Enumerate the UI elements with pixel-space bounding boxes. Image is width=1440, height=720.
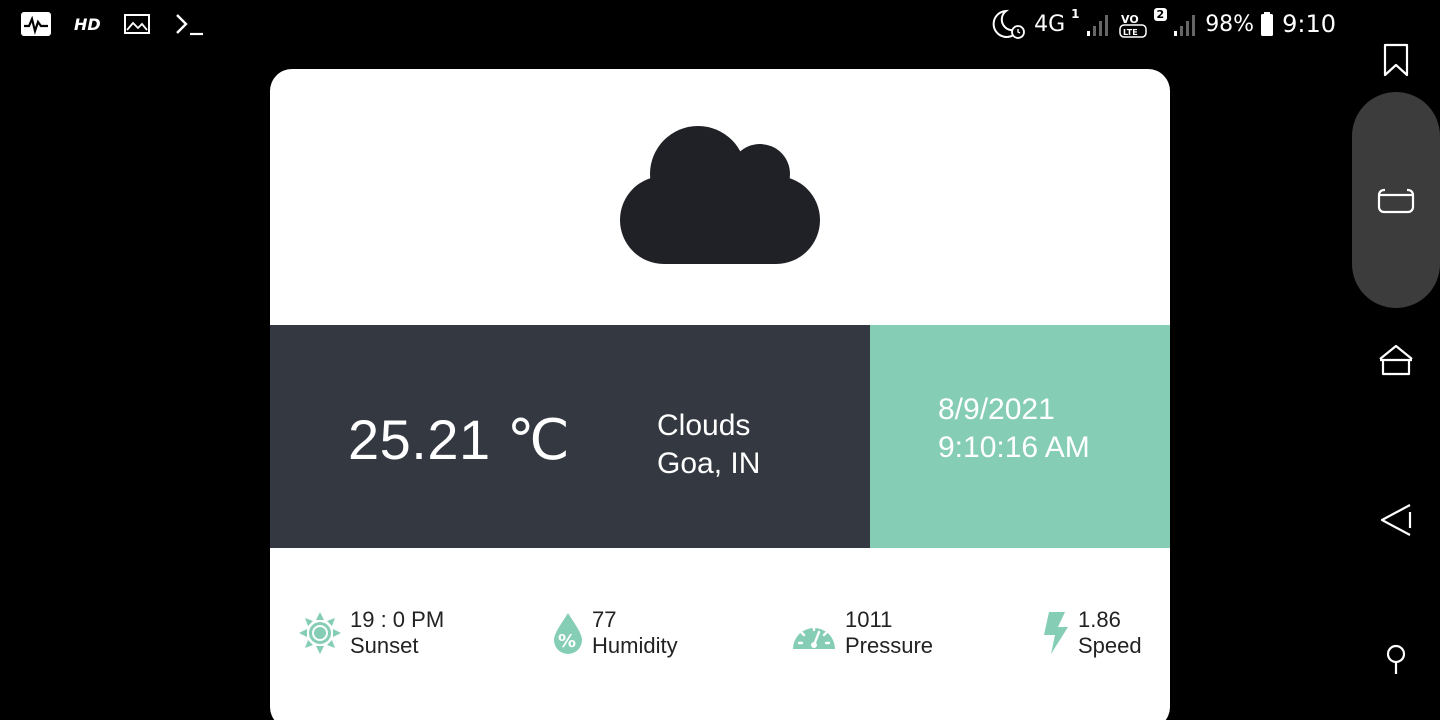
volte-icon: VO LTE <box>1118 9 1148 39</box>
gauge-icon <box>791 613 837 653</box>
svg-text:VO: VO <box>1121 13 1139 26</box>
condition-location: Clouds Goa, IN <box>657 407 760 483</box>
cloud-icon <box>618 124 822 270</box>
stats-row: 19 : 0 PM Sunset % 77 Humidity 1011 Pres… <box>270 548 1170 720</box>
battery-percent: 98% <box>1205 11 1255 37</box>
stat-sunset: 19 : 0 PM Sunset <box>298 603 444 663</box>
do-not-disturb-alarm-icon <box>992 8 1028 40</box>
stat-humidity: % 77 Humidity <box>552 603 678 663</box>
speed-label: Speed <box>1078 633 1142 658</box>
temperature: 25.21 ℃ <box>348 408 571 471</box>
sim1-label: 1 <box>1071 7 1080 21</box>
sunset-value: 19 : 0 PM <box>350 607 445 632</box>
signal-icon-sim2 <box>1173 11 1199 37</box>
condition-text: Clouds <box>657 409 751 442</box>
weather-card: 25.21 ℃ Clouds Goa, IN 8/9/2021 9:10:16 … <box>270 69 1170 720</box>
recent-apps-icon[interactable] <box>1376 180 1416 220</box>
humidity-label: Humidity <box>592 633 678 658</box>
battery-icon <box>1260 11 1274 37</box>
status-bar-right: 4G 1 VO LTE 2 98% 9:10 <box>992 7 1336 40</box>
back-icon[interactable] <box>1376 500 1416 540</box>
date-text: 8/9/2021 <box>938 393 1055 426</box>
activity-icon <box>20 11 52 37</box>
sun-icon <box>298 611 342 655</box>
pin-icon[interactable] <box>1376 640 1416 680</box>
stat-speed: 1.86 Speed <box>1040 603 1142 663</box>
svg-text:%: % <box>558 631 576 652</box>
stat-pressure: 1011 Pressure <box>791 603 933 663</box>
speed-value: 1.86 <box>1078 607 1121 632</box>
time-text: 9:10:16 AM <box>938 431 1090 464</box>
sim2-label: 2 <box>1153 7 1168 21</box>
weather-icon-area <box>270 69 1170 325</box>
hd-icon: HD <box>74 14 101 34</box>
datetime-panel: 8/9/2021 9:10:16 AM <box>870 325 1170 548</box>
signal-icon-sim1 <box>1086 11 1112 37</box>
terminal-icon <box>173 11 205 37</box>
image-icon <box>123 12 151 36</box>
pressure-label: Pressure <box>845 633 934 658</box>
location-text: Goa, IN <box>657 447 761 480</box>
network-type: 4G <box>1034 11 1066 37</box>
svg-text:LTE: LTE <box>1123 28 1138 37</box>
humidity-value: 77 <box>592 607 617 632</box>
pressure-value: 1011 <box>845 607 893 632</box>
bookmark-icon[interactable] <box>1376 40 1416 80</box>
current-weather-panel: 25.21 ℃ Clouds Goa, IN <box>270 325 870 548</box>
sunset-label: Sunset <box>350 633 419 658</box>
clock: 9:10 <box>1282 10 1336 38</box>
navigation-bar <box>1352 0 1440 720</box>
home-icon[interactable] <box>1376 340 1416 380</box>
datetime: 8/9/2021 9:10:16 AM <box>938 391 1090 467</box>
lightning-icon <box>1040 611 1070 655</box>
status-bar-left: HD <box>20 10 205 38</box>
humidity-drop-icon: % <box>552 611 584 655</box>
